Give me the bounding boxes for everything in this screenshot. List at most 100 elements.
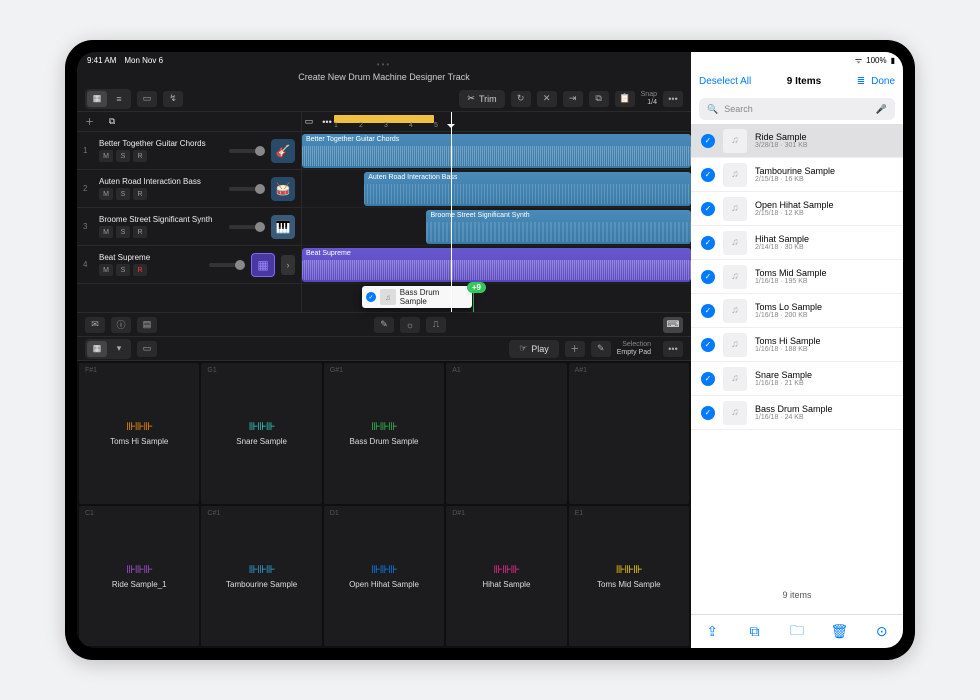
mute-button[interactable]: M xyxy=(99,226,113,238)
audio-region[interactable]: Auten Road Interaction Bass xyxy=(364,172,691,206)
play-button[interactable]: ☞ Play xyxy=(509,340,559,358)
inbox-icon[interactable]: ✉ xyxy=(85,317,105,333)
record-button[interactable]: R xyxy=(133,150,147,162)
cut-button[interactable]: ✕ xyxy=(537,91,557,107)
file-item[interactable]: ✓ ♫ Toms Hi Sample 1/16/18 · 188 KB xyxy=(691,328,903,362)
drum-pad[interactable]: D1 ⊪⊪⊪ Open Hihat Sample xyxy=(324,506,444,647)
paste-button[interactable]: 📋 xyxy=(615,91,635,107)
more-icon[interactable]: ⊙ xyxy=(873,623,891,640)
beat-icon[interactable]: ▦ xyxy=(251,253,275,277)
ruler-more-icon[interactable]: ••• xyxy=(320,115,334,129)
record-button[interactable]: R xyxy=(133,264,147,276)
join-button[interactable]: ⇥ xyxy=(563,91,583,107)
track-row[interactable]: 4 Beat Supreme M S R ▦ › xyxy=(77,246,301,284)
checkbox-checked-icon[interactable]: ✓ xyxy=(701,304,715,318)
folder-icon[interactable]: 🗀 xyxy=(788,620,806,644)
pad-menu-icon[interactable]: ▾ xyxy=(109,341,129,357)
editor-more-button[interactable]: ••• xyxy=(663,341,683,357)
file-item[interactable]: ✓ ♫ Open Hihat Sample 2/15/18 · 12 KB xyxy=(691,192,903,226)
library-icon[interactable]: ▤ xyxy=(137,317,157,333)
drum-pad[interactable]: D#1 ⊪⊪⊪ Hihat Sample xyxy=(446,506,566,647)
view-display-button[interactable]: ▭ xyxy=(137,91,157,107)
keyboard-icon[interactable]: ⌨ xyxy=(663,317,683,333)
timeline[interactable]: ▭ ••• 12345 Better Together Guitar Chord… xyxy=(302,112,691,312)
trim-tool-button[interactable]: ✂ Trim xyxy=(459,90,504,108)
mute-button[interactable]: M xyxy=(99,188,113,200)
drum-pad[interactable]: C1 ⊪⊪⊪ Ride Sample_1 xyxy=(79,506,199,647)
mute-button[interactable]: M xyxy=(99,150,113,162)
pencil-icon[interactable]: ✎ xyxy=(374,317,394,333)
guitar-icon[interactable]: 🎸 xyxy=(271,139,295,163)
add-track-button[interactable]: ＋ xyxy=(85,115,99,129)
info-icon[interactable]: ⓘ xyxy=(111,317,131,333)
edit-pad-button[interactable]: ✎ xyxy=(591,341,611,357)
drum-pad[interactable]: E1 ⊪⊪⊪ Toms Mid Sample xyxy=(569,506,689,647)
checkbox-checked-icon[interactable]: ✓ xyxy=(701,406,715,420)
drum-pad[interactable]: G#1 ⊪⊪⊪ Bass Drum Sample xyxy=(324,363,444,504)
checkbox-checked-icon[interactable]: ✓ xyxy=(701,134,715,148)
drop-target-row[interactable]: ✓ ♫ Bass Drum Sample +9 xyxy=(302,284,691,312)
ruler[interactable]: ▭ ••• 12345 xyxy=(302,112,691,132)
tracks-duplicate-icon[interactable]: ⧉ xyxy=(105,115,119,129)
automation-button[interactable]: ↯ xyxy=(163,91,183,107)
search-field[interactable]: 🔍 Search 🎤 xyxy=(699,98,895,120)
drum-pad[interactable]: C#1 ⊪⊪⊪ Tambourine Sample xyxy=(201,506,321,647)
copy-button[interactable]: ⧉ xyxy=(589,91,609,107)
track-row[interactable]: 1 Better Together Guitar Chords M S R 🎸 xyxy=(77,132,301,170)
record-button[interactable]: R xyxy=(133,188,147,200)
checkbox-checked-icon[interactable]: ✓ xyxy=(701,202,715,216)
more-button[interactable]: ••• xyxy=(663,91,683,107)
audio-region[interactable]: Better Together Guitar Chords xyxy=(302,134,691,168)
drum-pad[interactable]: A#1 xyxy=(569,363,689,504)
drums-icon[interactable]: 🥁 xyxy=(271,177,295,201)
file-item[interactable]: ✓ ♫ Tambourine Sample 2/15/18 · 16 KB xyxy=(691,158,903,192)
file-item[interactable]: ✓ ♫ Ride Sample 3/28/18 · 301 KB xyxy=(691,124,903,158)
view-grid-button[interactable]: ▦ xyxy=(87,91,107,107)
done-button[interactable]: Done xyxy=(871,76,895,87)
solo-button[interactable]: S xyxy=(116,264,130,276)
mic-icon[interactable]: 🎤 xyxy=(876,104,887,115)
mute-button[interactable]: M xyxy=(99,264,113,276)
keys-icon[interactable]: 🎹 xyxy=(271,215,295,239)
volume-slider[interactable] xyxy=(229,149,265,153)
files-list[interactable]: ✓ ♫ Ride Sample 3/28/18 · 301 KB ✓ ♫ Tam… xyxy=(691,124,903,576)
view-list-button[interactable]: ≡ xyxy=(109,91,129,107)
multitask-dots-icon[interactable]: ••• xyxy=(377,60,391,69)
loop-button[interactable]: ↻ xyxy=(511,91,531,107)
audio-region[interactable]: Broome Street Significant Synth xyxy=(426,210,691,244)
dragged-file[interactable]: ✓ ♫ Bass Drum Sample +9 xyxy=(362,286,472,308)
file-item[interactable]: ✓ ♫ Hihat Sample 2/14/18 · 30 KB xyxy=(691,226,903,260)
audio-region[interactable]: Beat Supreme xyxy=(302,248,691,282)
checkbox-checked-icon[interactable]: ✓ xyxy=(701,270,715,284)
volume-slider[interactable] xyxy=(229,225,265,229)
chevron-right-icon[interactable]: › xyxy=(281,255,295,275)
drum-pad[interactable]: F#1 ⊪⊪⊪ Toms Hi Sample xyxy=(79,363,199,504)
file-item[interactable]: ✓ ♫ Bass Drum Sample 1/16/18 · 24 KB xyxy=(691,396,903,430)
volume-slider[interactable] xyxy=(229,187,265,191)
track-row[interactable]: 2 Auten Road Interaction Bass M S R 🥁 xyxy=(77,170,301,208)
snap-indicator[interactable]: Snap 1/4 xyxy=(641,91,657,106)
volume-slider[interactable] xyxy=(209,263,245,267)
solo-button[interactable]: S xyxy=(116,226,130,238)
mixer-icon[interactable]: ⎍ xyxy=(426,317,446,333)
drum-pad[interactable]: A1 xyxy=(446,363,566,504)
pad-grid-button[interactable]: ▦ xyxy=(87,341,107,357)
checkbox-checked-icon[interactable]: ✓ xyxy=(701,168,715,182)
checkbox-checked-icon[interactable]: ✓ xyxy=(701,236,715,250)
drum-pad[interactable]: G1 ⊪⊪⊪ Snare Sample xyxy=(201,363,321,504)
add-pad-button[interactable]: ＋ xyxy=(565,341,585,357)
checkbox-checked-icon[interactable]: ✓ xyxy=(701,372,715,386)
record-button[interactable]: R xyxy=(133,226,147,238)
regions-area[interactable]: Better Together Guitar Chords Auten Road… xyxy=(302,132,691,312)
marker-button[interactable]: ▭ xyxy=(302,115,316,129)
settings-icon[interactable]: ☼ xyxy=(400,317,420,333)
share-icon[interactable]: ⇪ xyxy=(703,623,721,640)
trash-icon[interactable]: 🗑 xyxy=(830,623,848,640)
deselect-all-button[interactable]: Deselect All xyxy=(699,76,751,87)
playhead[interactable] xyxy=(451,112,452,312)
file-item[interactable]: ✓ ♫ Toms Lo Sample 1/16/18 · 200 KB xyxy=(691,294,903,328)
pad-view-button[interactable]: ▭ xyxy=(137,341,157,357)
duplicate-icon[interactable]: ⧉ xyxy=(746,623,764,640)
file-item[interactable]: ✓ ♫ Snare Sample 1/16/18 · 21 KB xyxy=(691,362,903,396)
list-icon[interactable]: ≣ xyxy=(857,76,865,87)
